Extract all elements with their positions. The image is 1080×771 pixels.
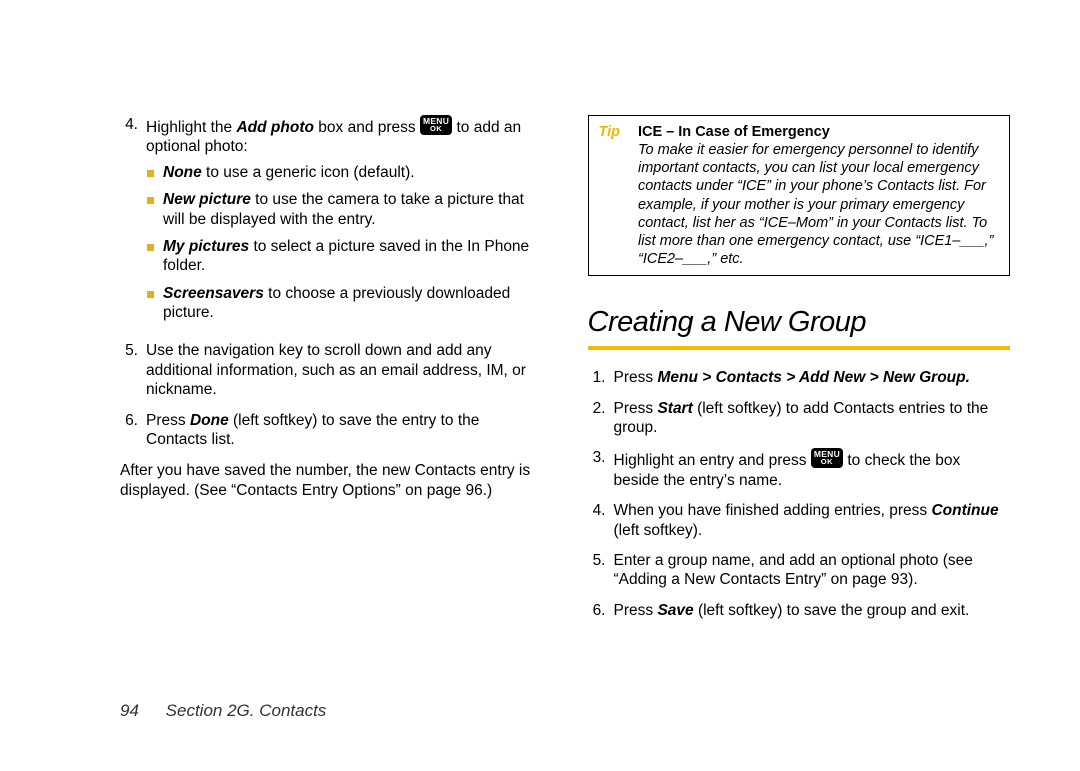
step-text: Press Save (left softkey) to save the gr… (614, 601, 1011, 620)
page-number: 94 (120, 701, 139, 720)
step-number: 3. (588, 448, 614, 490)
step-text: Use the navigation key to scroll down an… (146, 341, 543, 399)
step-text: Highlight the Add photo box and press ME… (146, 115, 543, 330)
option-new-picture: New picture to use the camera to take a … (146, 190, 543, 229)
left-column: 4. Highlight the Add photo box and press… (120, 115, 543, 631)
left-steps: 4. Highlight the Add photo box and press… (120, 115, 543, 449)
tip-box: Tip ICE – In Case of Emergency To make i… (588, 115, 1011, 276)
rstep-5: 5. Enter a group name, and add an option… (588, 551, 1011, 590)
step-number: 5. (588, 551, 614, 590)
step-number: 5. (120, 341, 146, 399)
step-text: Press Menu > Contacts > Add New > New Gr… (614, 368, 1011, 387)
page-footer: 94 Section 2G. Contacts (120, 701, 326, 721)
step-number: 6. (588, 601, 614, 620)
right-column: Tip ICE – In Case of Emergency To make i… (588, 115, 1011, 631)
step-4: 4. Highlight the Add photo box and press… (120, 115, 543, 330)
after-save-paragraph: After you have saved the number, the new… (120, 461, 543, 500)
step-number: 6. (120, 411, 146, 450)
page-content: 4. Highlight the Add photo box and press… (120, 115, 1010, 631)
option-none: None to use a generic icon (default). (146, 163, 543, 182)
rstep-6: 6. Press Save (left softkey) to save the… (588, 601, 1011, 620)
right-steps: 1. Press Menu > Contacts > Add New > New… (588, 368, 1011, 620)
step-5: 5. Use the navigation key to scroll down… (120, 341, 543, 399)
tip-body: ICE – In Case of Emergency To make it ea… (638, 123, 999, 268)
rstep-4: 4. When you have finished adding entries… (588, 501, 1011, 540)
option-my-pictures: My pictures to select a picture saved in… (146, 237, 543, 276)
rstep-1: 1. Press Menu > Contacts > Add New > New… (588, 368, 1011, 387)
step-6: 6. Press Done (left softkey) to save the… (120, 411, 543, 450)
menu-ok-key-icon: MENUOK (420, 115, 452, 135)
step-text: Press Start (left softkey) to add Contac… (614, 399, 1011, 438)
section-label: Section 2G. Contacts (166, 701, 327, 720)
tip-label: Tip (599, 123, 620, 268)
step-text: Highlight an entry and press MENUOK to c… (614, 448, 1011, 490)
rstep-3: 3. Highlight an entry and press MENUOK t… (588, 448, 1011, 490)
section-heading: Creating a New Group (588, 304, 1011, 350)
rstep-2: 2. Press Start (left softkey) to add Con… (588, 399, 1011, 438)
step-number: 1. (588, 368, 614, 387)
step-number: 2. (588, 399, 614, 438)
photo-options: None to use a generic icon (default). Ne… (146, 163, 543, 323)
step-number: 4. (588, 501, 614, 540)
step-text: Enter a group name, and add an optional … (614, 551, 1011, 590)
option-screensavers: Screensavers to choose a previously down… (146, 284, 543, 323)
menu-ok-key-icon: MENUOK (811, 448, 843, 468)
step-number: 4. (120, 115, 146, 330)
step-text: Press Done (left softkey) to save the en… (146, 411, 543, 450)
step-text: When you have finished adding entries, p… (614, 501, 1011, 540)
